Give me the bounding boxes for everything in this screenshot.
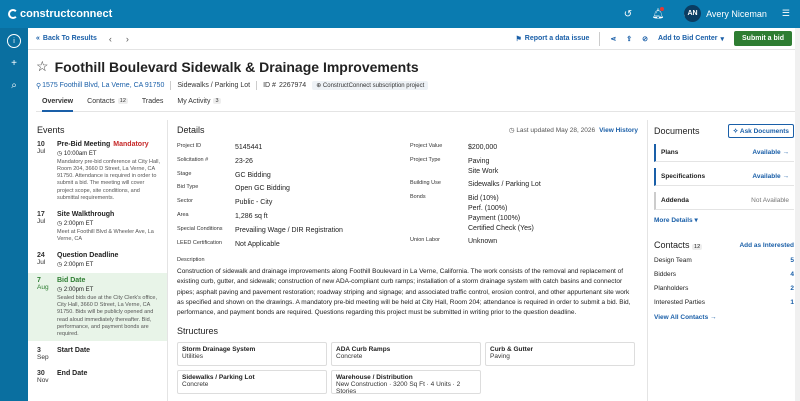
project-id: 2267974 (278, 82, 307, 89)
event-item: 24 Jul Question Deadline ◷ 2:00pm ET (37, 252, 119, 269)
favorite-star-icon[interactable]: ☆ (36, 58, 49, 75)
clock-icon: ◷ (57, 151, 64, 157)
events-heading: Events (37, 125, 65, 135)
clock-icon: ◷ (57, 220, 64, 227)
tab-bar: Overview Contacts 12 Trades My Activity 3 (36, 98, 800, 112)
ask-documents-button[interactable]: ✧ Ask Documents (727, 124, 794, 138)
divider (256, 81, 258, 90)
export-icon[interactable]: ⇪ (626, 35, 632, 43)
logo[interactable]: constructconnect (8, 8, 112, 20)
event-item: 10 Jul Pre-Bid Meeting Mandatory ◷ 10:00am… (37, 141, 161, 201)
documents-heading: Documents (654, 126, 700, 136)
event-item: 30 Nov End Date (37, 369, 88, 384)
location-pin-icon: ⚲ (36, 82, 42, 90)
sparkle-icon: ✧ (732, 128, 740, 135)
structure-card[interactable]: Sidewalks / Parking Lot Concrete (177, 369, 327, 394)
double-chevron-left-icon: « (36, 35, 40, 42)
top-bar: constructconnect ↺ 🔔︎ ▭ AN Avery Niceman… (0, 0, 800, 28)
tab-my-activity[interactable]: My Activity 3 (177, 98, 221, 111)
structure-card[interactable]: ADA Curb Ramps Concrete (331, 341, 481, 366)
mandatory-flag: Mandatory (113, 141, 149, 148)
menu-icon[interactable]: ☰ (782, 8, 790, 19)
add-to-bid-center-button[interactable]: Add to Bid Center ▾ (658, 35, 724, 43)
notification-dot (660, 7, 664, 11)
structures-grid: Storm Drainage System Utilities ADA Curb … (177, 341, 646, 395)
sub-header: «Back To Results ‹ › ⚑ Report a data issue… (28, 28, 800, 50)
chevron-down-icon: ▾ (720, 35, 724, 43)
last-updated: Last updated May 28, 2026 (516, 127, 596, 134)
user-name: Avery Niceman (706, 8, 767, 19)
divider (170, 81, 172, 90)
view-all-contacts-link[interactable]: View All Contacts → (654, 314, 794, 321)
document-row-plans[interactable]: Plans Available → (654, 144, 794, 162)
structure-card[interactable]: Curb & Gutter Paving (485, 341, 635, 366)
clock-icon: ◷ (57, 262, 64, 269)
submit-bid-button[interactable]: Submit a bid (734, 31, 792, 46)
description-label: Description (177, 257, 205, 264)
info-icon[interactable]: i (7, 34, 21, 48)
more-details-link[interactable]: More Details ▾ (654, 216, 794, 224)
badge-icon: ⊕ (316, 83, 323, 89)
event-item: 3 Sep Start Date (37, 346, 91, 361)
count-badge: 12 (692, 244, 703, 250)
structure-card[interactable]: Warehouse / Distribution New Construction… (331, 369, 481, 395)
left-rail: i + ⌕ (0, 28, 28, 401)
details-left-column: Project ID 5145441 Solicitation #23-26 St… (177, 143, 343, 248)
user-menu[interactable]: AN Avery Niceman ☰ (684, 5, 790, 22)
add-icon[interactable]: + (7, 56, 21, 70)
arrow-right-icon: → (780, 173, 789, 180)
description-text: Construction of sidewalk and drainage im… (177, 268, 631, 316)
prev-project-icon[interactable]: ‹ (109, 34, 112, 44)
subscription-badge: ⊕ ConstructConnect subscription project (312, 81, 429, 90)
page-title: Foothill Boulevard Sidewalk & Drainage I… (54, 58, 419, 75)
next-project-icon[interactable]: › (126, 34, 129, 44)
divider (599, 31, 601, 46)
documents-panel: Documents ✧ Ask Documents Plans Available … (647, 120, 800, 401)
event-item: 17 Jul Site Walkthrough ◷ 2:00pm ET Meet … (37, 210, 154, 242)
arrow-right-icon: → (708, 314, 717, 321)
contact-row[interactable]: Interested Parties 1 (654, 299, 794, 306)
arrow-right-icon: → (780, 149, 789, 156)
avatar: AN (684, 5, 702, 22)
report-data-issue-link[interactable]: ⚑ Report a data issue (516, 35, 590, 43)
clock-icon: ◷ (57, 287, 64, 294)
count-badge: 3 (213, 98, 221, 104)
project-location-link[interactable]: 1575 Foothill Blvd, La Verne, CA 91750 (42, 82, 164, 89)
event-item-highlighted: 7 Aug Bid Date ◷ 2:00pm ET Sealed bids du… (28, 273, 167, 341)
hide-icon[interactable]: ⊘ (642, 35, 648, 43)
back-to-results-link[interactable]: «Back To Results (36, 35, 97, 42)
structure-card[interactable]: Storm Drainage System Utilities (177, 341, 327, 366)
share-icon[interactable]: ⋖ (610, 35, 616, 43)
logo-mark-icon (8, 9, 18, 19)
chevron-down-icon: ▾ (692, 217, 698, 224)
contact-row[interactable]: Bidders 4 (654, 271, 794, 278)
flag-icon: ⚑ (515, 35, 522, 43)
project-id-label: ID # (263, 82, 276, 89)
main-content: «Back To Results ‹ › ⚑ Report a data issue… (28, 28, 800, 401)
details-right-column: Project Value $200,000 Project Type Paving… (410, 143, 541, 246)
search-icon[interactable]: ⌕ (7, 78, 21, 92)
contact-row[interactable]: Planholders 2 (654, 285, 794, 292)
history-icon[interactable]: ↺ (620, 6, 636, 22)
count-badge: 12 (117, 98, 128, 104)
contacts-heading: Contacts (654, 240, 690, 250)
tab-trades[interactable]: Trades (142, 98, 164, 111)
tab-overview[interactable]: Overview (42, 98, 74, 112)
events-panel: Events 10 Jul Pre-Bid Meeting Mandatory ◷ … (28, 120, 168, 401)
view-history-link[interactable]: View History (599, 127, 638, 134)
project-type-tag: Sidewalks / Parking Lot (177, 82, 251, 89)
document-row-addenda: Addenda Not Available (654, 192, 794, 210)
bell-icon[interactable]: 🔔︎ (650, 6, 666, 22)
tab-contacts[interactable]: Contacts 12 (87, 98, 128, 111)
document-row-specifications[interactable]: Specifications Available → (654, 168, 794, 186)
details-panel: Details ◷ Last updated May 28, 2026 View … (169, 120, 646, 401)
scrollbar[interactable] (795, 28, 800, 401)
contact-row[interactable]: Design Team 5 (654, 257, 794, 264)
structures-heading: Structures (177, 325, 219, 336)
add-as-interested-link[interactable]: Add as Interested (739, 242, 794, 249)
